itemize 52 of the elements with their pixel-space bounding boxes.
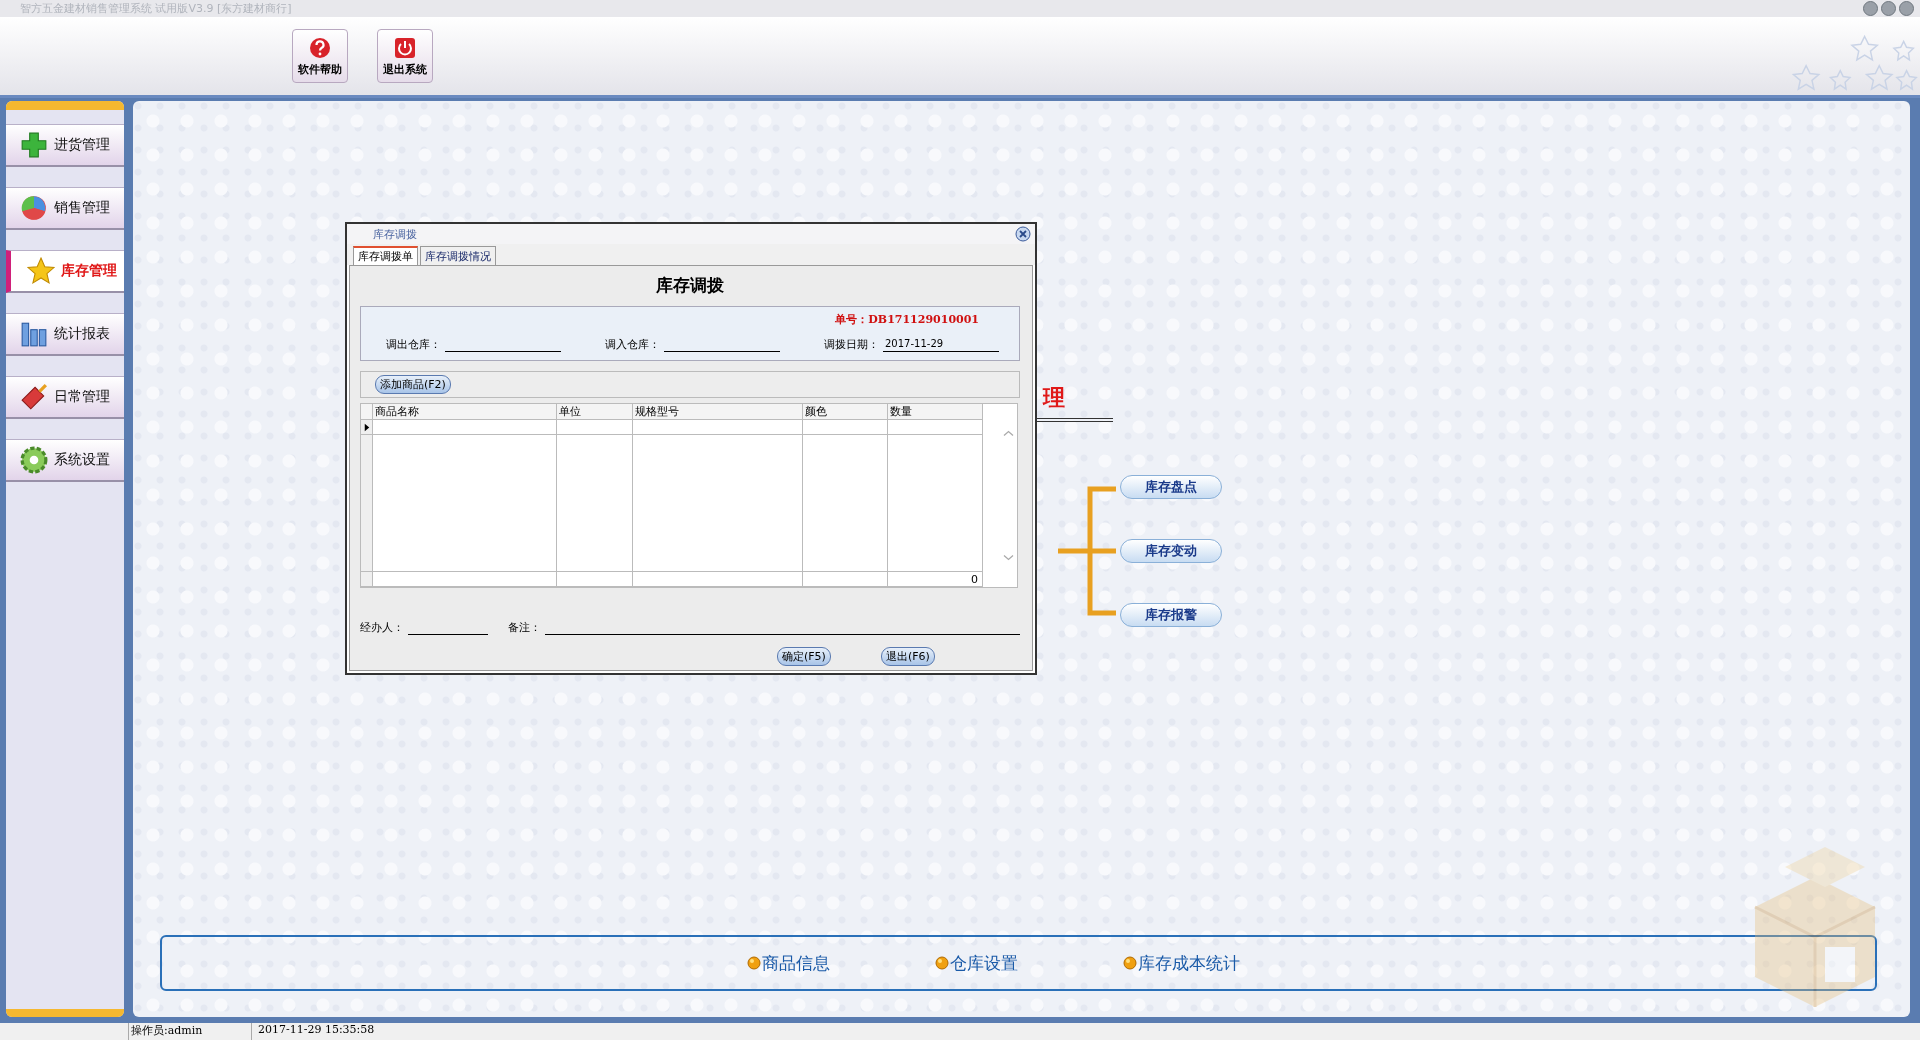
column-header[interactable]: 规格型号 [633, 404, 803, 420]
column-header[interactable]: 颜色 [803, 404, 888, 420]
section-heading: 理 [1043, 384, 1065, 412]
field-label: 备注： [508, 620, 541, 635]
sidebar-item[interactable]: 统计报表 [6, 313, 124, 356]
sidebar-item[interactable]: 日常管理 [6, 376, 124, 419]
toolbar-button[interactable]: 退出系统 [377, 29, 433, 83]
field-label: 经办人： [360, 620, 404, 635]
flow-button[interactable]: 库存报警 [1120, 603, 1222, 627]
input-field[interactable]: 2017-11-29 [883, 335, 999, 352]
bar-chart-icon [20, 320, 48, 348]
link[interactable]: 库存成本统计 [1138, 951, 1240, 975]
question-icon [308, 35, 332, 60]
operator-status: 操作员:admin [128, 1023, 252, 1040]
maximize-icon[interactable] [1881, 1, 1896, 16]
add-product-button[interactable]: 添加商品(F2) [375, 375, 451, 394]
sidebar-item[interactable]: 销售管理 [6, 187, 124, 230]
flow-button[interactable]: 库存变动 [1120, 539, 1222, 563]
field-label: 调入仓库： [605, 337, 660, 352]
dialog-button[interactable]: 确定(F5) [777, 647, 831, 666]
tab[interactable]: 库存调拨单 [353, 246, 418, 265]
link[interactable]: 商品信息 [762, 951, 830, 975]
ball-icon [1123, 956, 1137, 970]
close-icon[interactable] [1899, 1, 1914, 16]
sidebar-item[interactable]: 库存管理 [6, 250, 124, 293]
column-header[interactable]: 单位 [557, 404, 633, 420]
datetime-status: 2017-11-29 15:35:58 [257, 1023, 375, 1038]
gear-icon [20, 446, 48, 474]
field-label: 调出仓库： [386, 337, 441, 352]
dialog-button[interactable]: 退出(F6) [880, 647, 935, 666]
plus-icon [20, 131, 48, 159]
flow-button[interactable]: 库存盘点 [1120, 475, 1222, 499]
form-heading: 库存调拨 [655, 274, 725, 297]
star-icon [27, 257, 55, 285]
sidebar-item[interactable]: 系统设置 [6, 439, 124, 482]
ball-icon [935, 956, 949, 970]
brush-icon [20, 383, 48, 411]
column-header[interactable]: 商品名称 [373, 404, 557, 420]
link[interactable]: 仓库设置 [950, 951, 1018, 975]
order-number: 单号：DB171129010001 [835, 312, 979, 327]
sidebar-item[interactable]: 进货管理 [6, 124, 124, 167]
ball-icon [747, 956, 761, 970]
column-header[interactable]: 数量 [888, 404, 983, 420]
total-value: 0 [971, 572, 978, 586]
minimize-icon[interactable] [1863, 1, 1878, 16]
field-label: 调拨日期： [824, 337, 879, 352]
tab[interactable]: 库存调拨情况 [420, 246, 496, 265]
dialog-title: 库存调拨 [373, 226, 417, 242]
toolbar-button[interactable]: 软件帮助 [292, 29, 348, 83]
pie-chart-icon [20, 194, 48, 222]
power-icon [393, 35, 417, 60]
close-icon [1015, 226, 1031, 242]
